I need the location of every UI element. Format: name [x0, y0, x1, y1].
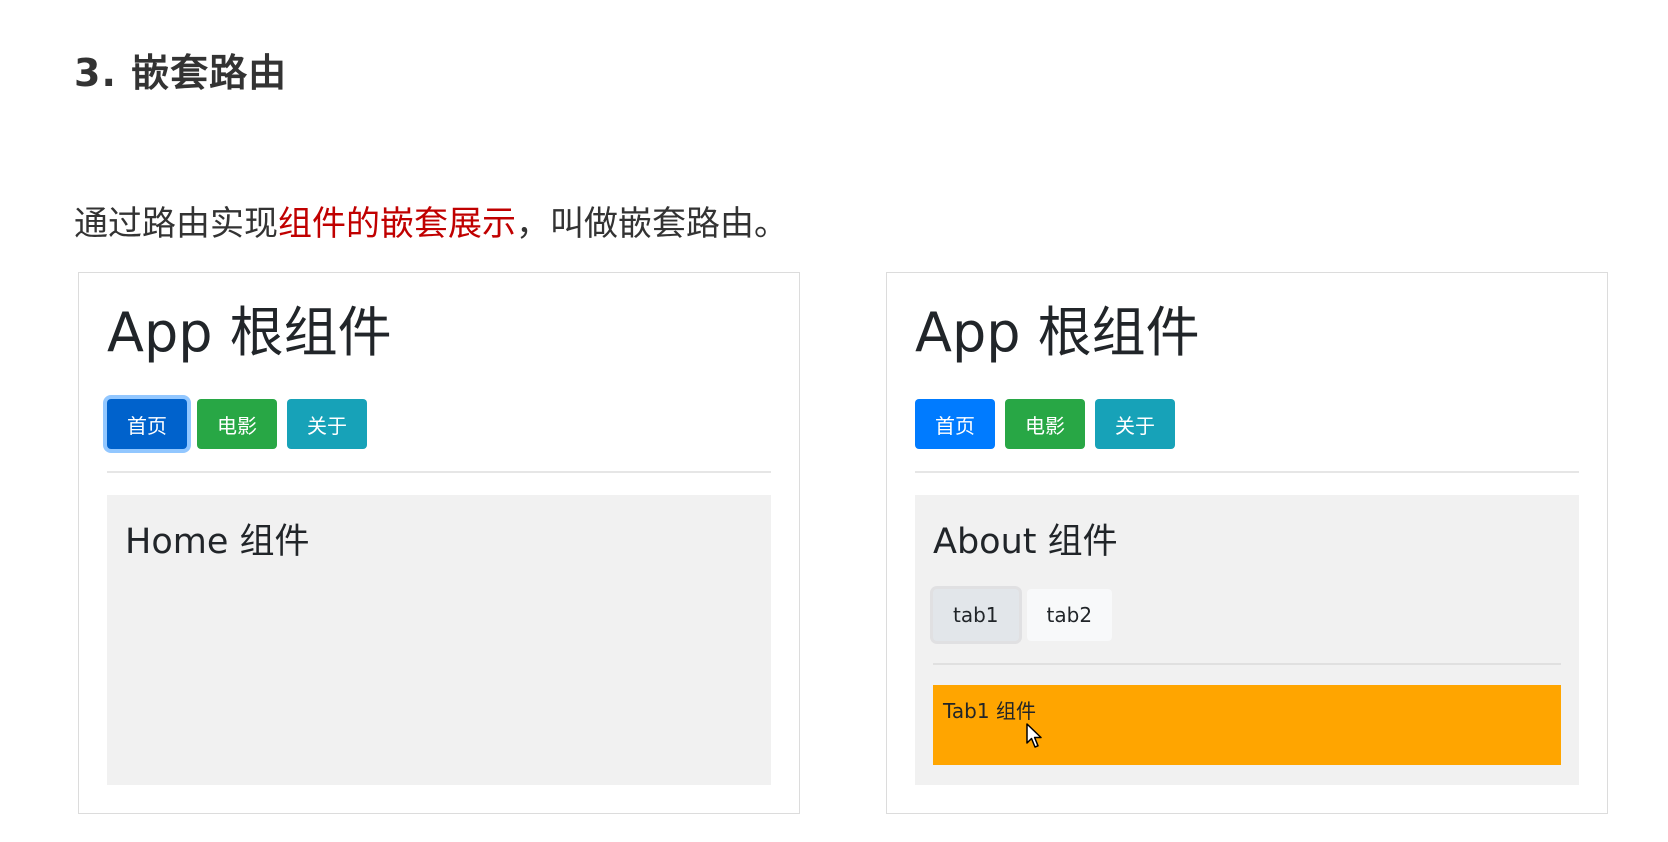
intro-text-after: ，叫做嵌套路由。 [516, 204, 788, 244]
app-title: App 根组件 [107, 301, 392, 364]
intro-paragraph: 通过路由实现组件的嵌套展示，叫做嵌套路由。 [74, 196, 788, 245]
tab-content-title: Tab1 组件 [943, 699, 1036, 723]
router-view-home: Home 组件 [107, 495, 771, 785]
tab-bar: tab1 tab2 [933, 589, 1113, 641]
component-title: About 组件 [933, 522, 1118, 562]
demo-panel-about: App 根组件 首页 电影 关于 About 组件 tab1 tab2 Tab1… [886, 272, 1608, 814]
app-title: App 根组件 [915, 301, 1200, 364]
nav-about-button[interactable]: 关于 [1095, 399, 1175, 449]
intro-text-before: 通过路由实现 [74, 204, 278, 244]
section-heading: 3. 嵌套路由 [74, 51, 288, 95]
nav-home-button[interactable]: 首页 [107, 399, 187, 449]
tab2-button[interactable]: tab2 [1026, 589, 1113, 641]
nav-about-button[interactable]: 关于 [287, 399, 367, 449]
nav-movie-button[interactable]: 电影 [197, 399, 277, 449]
router-view-about: About 组件 tab1 tab2 Tab1 组件 [915, 495, 1579, 785]
intro-text-highlight: 组件的嵌套展示 [278, 204, 516, 244]
nav-bar: 首页 电影 关于 [107, 399, 367, 449]
nav-home-button[interactable]: 首页 [915, 399, 995, 449]
divider [107, 471, 771, 473]
demo-panel-home: App 根组件 首页 电影 关于 Home 组件 [78, 272, 800, 814]
component-title: Home 组件 [125, 522, 310, 562]
nav-bar: 首页 电影 关于 [915, 399, 1175, 449]
tab1-button[interactable]: tab1 [933, 589, 1019, 641]
nav-movie-button[interactable]: 电影 [1005, 399, 1085, 449]
mouse-cursor-icon [1026, 723, 1042, 748]
inner-divider [933, 663, 1561, 665]
divider [915, 471, 1579, 473]
tab1-component-view: Tab1 组件 [933, 685, 1561, 765]
